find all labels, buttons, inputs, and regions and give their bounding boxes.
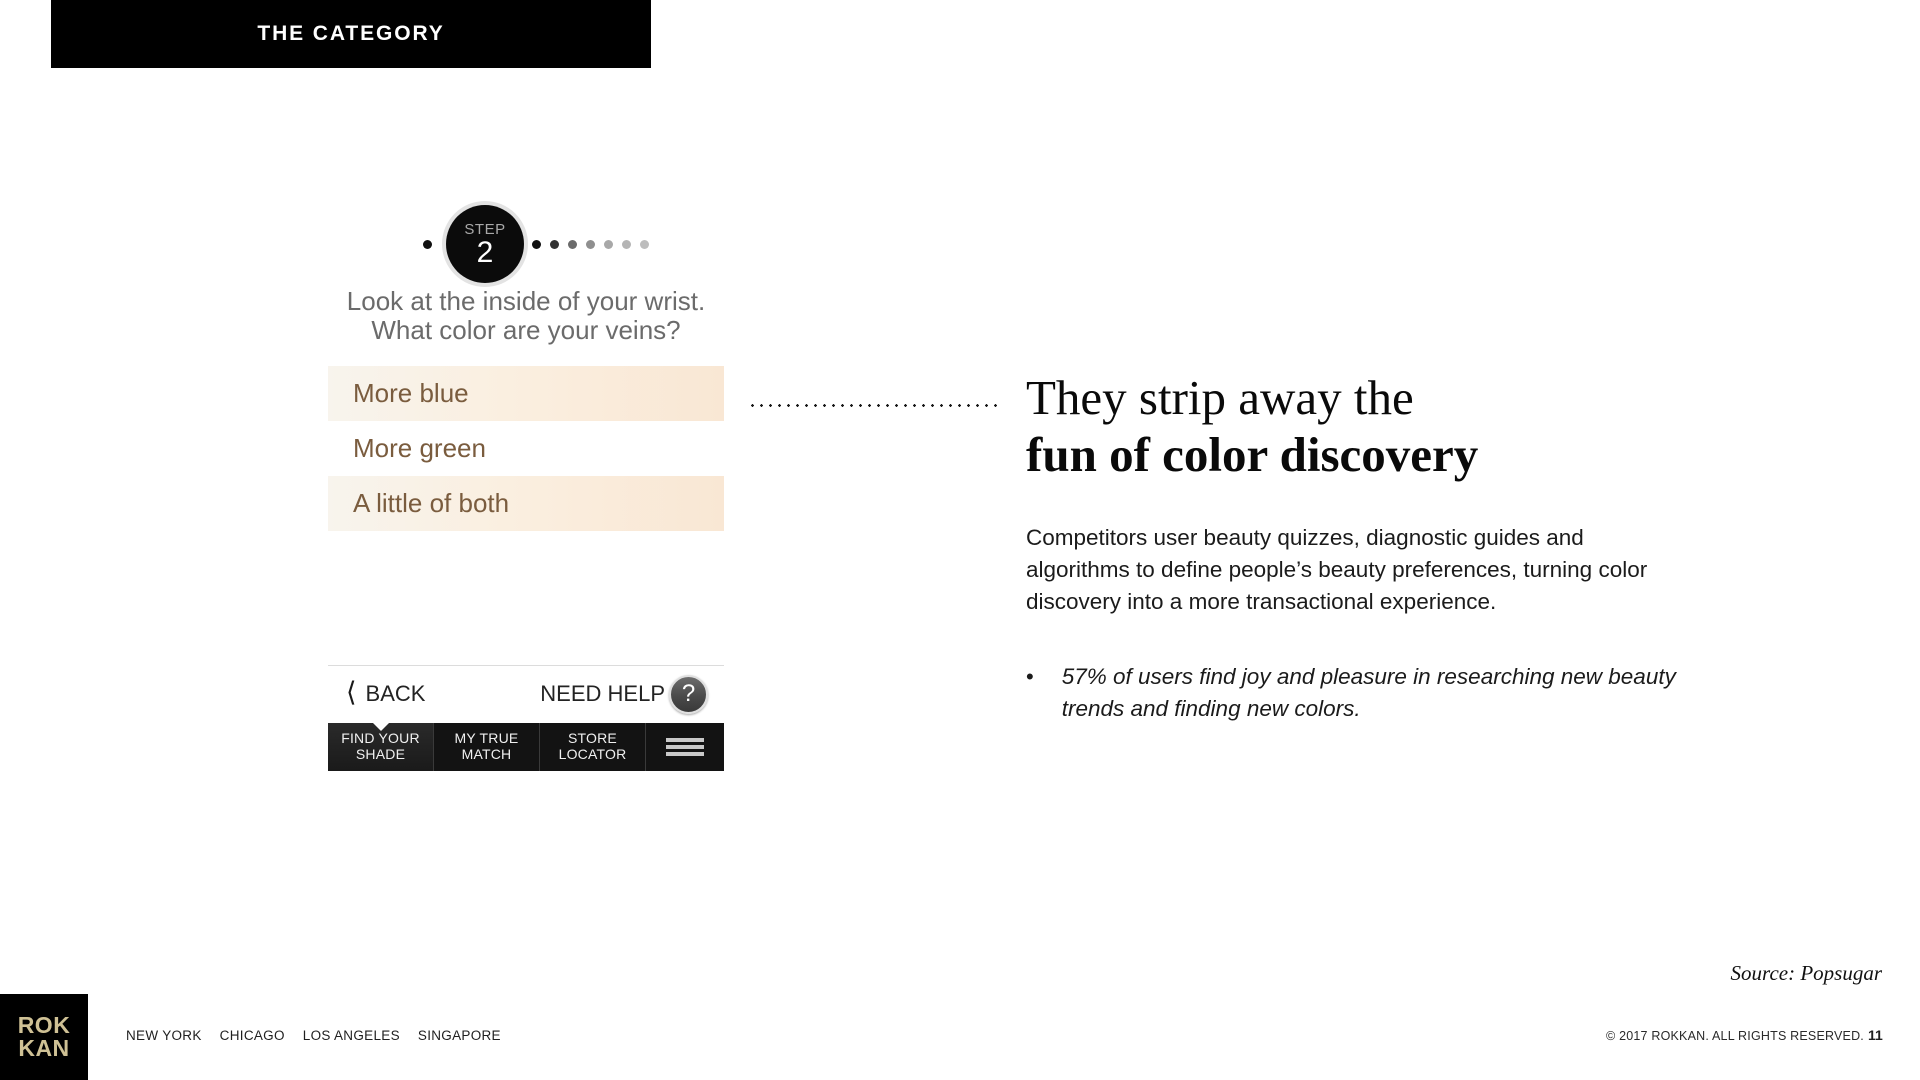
tab-store-locator[interactable]: STORE LOCATOR <box>540 722 646 771</box>
step-badge-word: STEP <box>464 221 506 239</box>
step-dot <box>423 240 432 249</box>
list-item: • 57% of users find joy and pleasure in … <box>1026 661 1686 725</box>
footer-city: NEW YORK <box>126 1028 202 1043</box>
tab-label-line-2: MATCH <box>461 745 512 762</box>
footer-city: SINGAPORE <box>417 1028 501 1043</box>
tab-label-line-1: FIND YOUR <box>341 730 420 747</box>
quiz-options-list: More blue More green A little of both <box>328 365 724 531</box>
content-column: They strip away the fun of color discove… <box>1026 370 1726 725</box>
need-help-label: NEED HELP <box>540 681 665 707</box>
logo-line-2: KAN <box>18 1035 70 1061</box>
step-badge-number: 2 <box>476 236 494 270</box>
bullet-text: 57% of users find joy and pleasure in re… <box>1061 664 1676 722</box>
footer-cities: NEW YORK CHICAGO LOS ANGELES SINGAPORE <box>126 1028 501 1043</box>
step-dot <box>568 240 577 249</box>
content-paragraph: Competitors user beauty quizzes, diagnos… <box>1026 524 1648 614</box>
rokkan-logo: ROK KAN <box>0 994 88 1080</box>
footer-city: LOS ANGELES <box>302 1028 400 1043</box>
logo-line-1: ROK <box>17 1012 71 1038</box>
step-dots-left <box>423 240 432 249</box>
tab-label-line-1: STORE <box>568 730 617 747</box>
back-button-label: BACK <box>365 681 426 707</box>
headline-line-1: They strip away the <box>1026 370 1414 425</box>
need-help-group[interactable]: NEED HELP ? <box>540 674 708 714</box>
phone-content-spacer <box>328 530 724 665</box>
tab-find-your-shade[interactable]: FIND YOUR SHADE <box>328 722 434 771</box>
step-dot <box>586 240 595 249</box>
chevron-left-icon: ⟨ <box>346 676 357 707</box>
quiz-question-line-1: Look at the inside of your wrist. <box>346 286 706 316</box>
quiz-option-label: More blue <box>353 377 469 408</box>
step-dot <box>604 240 613 249</box>
quiz-question: Look at the inside of your wrist. What c… <box>328 286 724 346</box>
page-number: 11 <box>1868 1027 1883 1043</box>
content-bullet-list: • 57% of users find joy and pleasure in … <box>1026 661 1726 725</box>
phone-help-bar: ⟨ BACK NEED HELP ? <box>328 664 724 723</box>
quiz-option-more-blue[interactable]: More blue <box>328 365 724 421</box>
phone-mockup: STEP 2 Look at the inside of your wrist.… <box>328 205 724 771</box>
quiz-option-label: More green <box>353 432 486 463</box>
quiz-question-line-2: What color are your veins? <box>371 315 681 346</box>
tab-my-true-match[interactable]: MY TRUE MATCH <box>434 722 540 771</box>
phone-tab-bar: FIND YOUR SHADE MY TRUE MATCH STORE LOCA… <box>328 722 724 771</box>
hamburger-menu-button[interactable] <box>646 723 724 771</box>
step-dots-right <box>532 240 649 249</box>
quiz-option-label: A little of both <box>353 487 510 518</box>
tab-label-line-2: LOCATOR <box>558 745 627 762</box>
source-note: Source: Popsugar <box>1730 961 1882 985</box>
quiz-step-indicator: STEP 2 <box>328 205 724 283</box>
hamburger-menu-icon <box>666 737 704 756</box>
step-badge: STEP 2 <box>446 205 524 283</box>
step-dot <box>640 240 649 249</box>
step-dot <box>622 240 631 249</box>
footer-copyright: © 2017 ROKKAN. ALL RIGHTS RESERVED. <box>1606 1029 1864 1043</box>
question-mark-icon[interactable]: ? <box>669 674 708 714</box>
headline-line-2: fun of color discovery <box>1026 426 1479 482</box>
content-headline: They strip away the fun of color discove… <box>1026 370 1726 484</box>
step-dot <box>550 240 559 249</box>
quiz-option-a-little-of-both[interactable]: A little of both <box>328 475 724 531</box>
category-header-bar: THE CATEGORY <box>51 0 651 68</box>
tab-label-line-2: SHADE <box>355 745 406 762</box>
tab-label-line-1: MY TRUE <box>454 730 519 747</box>
back-button[interactable]: ⟨ BACK <box>346 676 426 708</box>
quiz-option-more-green[interactable]: More green <box>328 420 724 476</box>
bullet-dot-icon: • <box>1026 664 1034 690</box>
step-dot <box>532 240 541 249</box>
footer-city: CHICAGO <box>219 1028 285 1043</box>
category-header-label: THE CATEGORY <box>257 22 445 45</box>
dotted-connector-line <box>748 404 1003 407</box>
